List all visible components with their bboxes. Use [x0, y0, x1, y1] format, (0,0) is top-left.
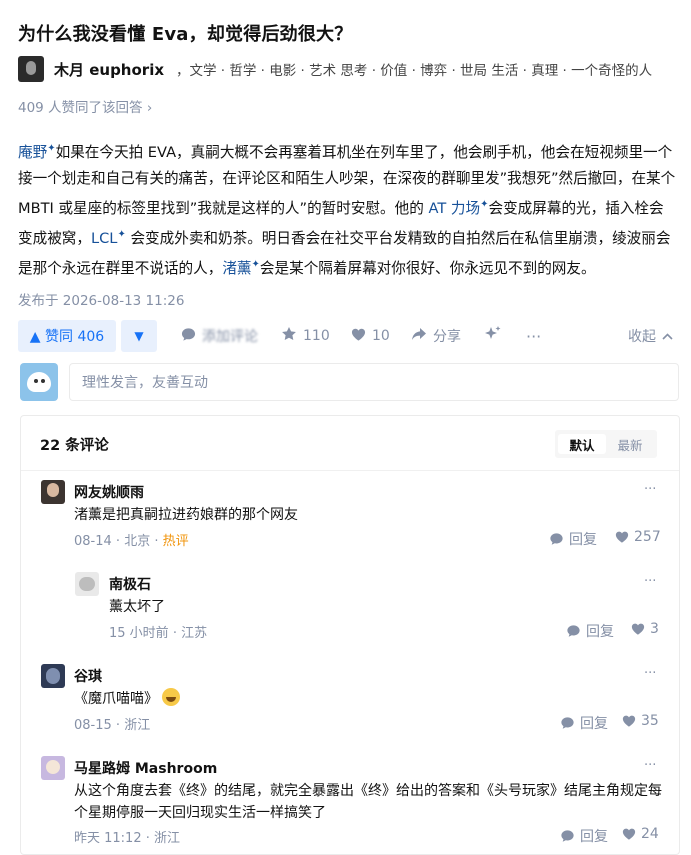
collapse-label: 收起 [628, 329, 656, 345]
comment-location: 北京 [124, 534, 151, 549]
favorite-count: 110 [303, 328, 330, 344]
comment-like-button[interactable]: 35 [622, 713, 659, 729]
comment-input[interactable]: 理性发言，友善互动 [69, 363, 679, 401]
link-kaworu[interactable]: 渚薰 [222, 259, 251, 276]
avatar[interactable] [75, 572, 99, 596]
more-icon[interactable]: ··· [644, 482, 656, 497]
comment-date: 08-15 [74, 718, 112, 733]
reply-button[interactable]: 回复 [560, 826, 608, 846]
sparkle-icon: ✦ [251, 258, 260, 270]
comment-label: 添加评论 [202, 329, 258, 345]
my-avatar[interactable] [20, 363, 58, 401]
like-count: 10 [372, 328, 390, 344]
favorite-button[interactable]: 110 [281, 320, 330, 352]
action-bar: ▲ 赞同 406 ▼ 添加评论 110 10 分享 ··· 收起 [18, 320, 678, 352]
author-bio: ，文学 · 哲学 · 电影 · 艺术 思考 · 价值 · 博弈 · 世局 生活 … [176, 63, 653, 79]
comment-meta: 08-14 · 北京 · 热评 [74, 534, 189, 549]
reply-bubble-icon [550, 533, 563, 545]
commenter-name[interactable]: 网友姚顺雨 [74, 482, 144, 502]
comment-meta: 昨天 11:12 · 浙江 [74, 831, 181, 846]
avatar[interactable] [41, 480, 65, 504]
comment-text: 《魔爪喵喵》 [74, 688, 664, 710]
reply-bubble-icon [567, 625, 580, 637]
reply-button[interactable]: 回复 [549, 529, 597, 549]
comment-like-button[interactable]: 3 [631, 621, 659, 637]
sparkle-icon [484, 325, 502, 347]
grin-emoji-icon [162, 688, 181, 706]
comment-location: 浙江 [124, 718, 151, 733]
comments-header: 22 条评论 默认 最新 [21, 416, 679, 471]
comment-text: 薰太坏了 [109, 599, 165, 615]
hot-badge: 热评 [162, 534, 189, 549]
reply-button[interactable]: 回复 [560, 713, 608, 733]
comment-date: 08-14 [74, 534, 112, 549]
more-icon[interactable]: ··· [644, 574, 656, 589]
comment-location: 江苏 [181, 626, 208, 641]
comments-panel: 22 条评论 默认 最新 网友姚顺雨 ··· 渚薰是把真嗣拉进药娘群的那个网友 … [20, 415, 680, 855]
comment-meta: 15 小时前 · 江苏 [109, 626, 208, 641]
share-arrow-icon [411, 327, 427, 346]
avatar[interactable] [41, 664, 65, 688]
commenter-name[interactable]: 马星路姆 Mashroom [74, 758, 217, 778]
comment-count: 22 条评论 [40, 438, 109, 454]
upvote-button[interactable]: ▲ 赞同 406 [18, 320, 116, 352]
link-annoy[interactable]: 庵野 [18, 144, 47, 161]
star-icon [281, 326, 297, 346]
sort-default-tab[interactable]: 默认 [558, 434, 606, 454]
author-avatar[interactable] [18, 56, 44, 82]
comment-button[interactable]: 添加评论 [181, 320, 258, 352]
chevron-up-icon [662, 328, 673, 344]
comment-date: 15 小时前 [109, 626, 169, 641]
comment-bubble-icon [181, 327, 196, 346]
comment-like-button[interactable]: 24 [622, 826, 659, 842]
comment-meta: 08-15 · 浙江 [74, 718, 151, 733]
author-name[interactable]: 木月 euphorix [54, 59, 164, 80]
comment-like-button[interactable]: 257 [615, 529, 661, 545]
sort-latest-tab[interactable]: 最新 [606, 434, 654, 454]
question-title[interactable]: 为什么我没看懂 Eva，却觉得后劲很大？ [18, 20, 352, 46]
comment-location: 浙江 [154, 831, 181, 846]
collapse-button[interactable]: 收起 [628, 320, 673, 352]
comment-text: 从这个角度去套《终》的结尾，就完全暴露出《终》给出的答案和《头号玩家》结尾主角规… [74, 783, 662, 821]
ellipsis-icon: ··· [526, 326, 542, 346]
answer-content: 庵野✦如果在今天拍 EVA，真嗣大概不会再塞着耳机坐在列车里了，他会刷手机，他会… [18, 136, 678, 281]
commenter-name[interactable]: 南极石 [109, 574, 151, 594]
ai-button[interactable] [484, 320, 502, 352]
answer-page: 为什么我没看懂 Eva，却觉得后劲很大？ 木月 euphorix ，文学 · 哲… [0, 0, 691, 855]
share-label: 分享 [433, 329, 461, 345]
answer-text: 会是某个隔着屏幕对你很好、你永远见不到的网友。 [259, 259, 596, 277]
share-button[interactable]: 分享 [411, 320, 461, 352]
downvote-button[interactable]: ▼ [121, 320, 157, 352]
heart-icon [631, 623, 645, 635]
author-row: 木月 euphorix ，文学 · 哲学 · 电影 · 艺术 思考 · 价值 ·… [18, 56, 652, 82]
heart-icon [622, 715, 636, 727]
heart-icon [351, 327, 366, 346]
sparkle-icon: ✦ [117, 228, 126, 240]
reply-bubble-icon [561, 830, 574, 842]
avatar[interactable] [41, 756, 65, 780]
like-button[interactable]: 10 [351, 320, 390, 352]
heart-icon [615, 531, 629, 543]
comment-date: 昨天 11:12 [74, 831, 142, 846]
heart-icon [622, 828, 636, 840]
sort-toggle: 默认 最新 [555, 430, 657, 458]
reply-button[interactable]: 回复 [566, 621, 614, 641]
sparkle-icon: ✦ [47, 143, 56, 154]
commenter-name[interactable]: 谷琪 [74, 666, 102, 686]
more-actions-button[interactable]: ··· [526, 320, 541, 352]
link-at-field[interactable]: AT 力场 [428, 200, 480, 217]
comment-text: 渚薰是把真嗣拉进药娘群的那个网友 [74, 507, 298, 523]
vote-summary-link[interactable]: 409 人赞同了该回答 › [18, 96, 152, 116]
reply-bubble-icon [561, 717, 574, 729]
more-icon[interactable]: ··· [644, 666, 656, 681]
link-lcl[interactable]: LCL [91, 230, 117, 247]
more-icon[interactable]: ··· [644, 758, 656, 773]
publish-time: 发布于 2026-08-13 11:26 [18, 293, 185, 309]
